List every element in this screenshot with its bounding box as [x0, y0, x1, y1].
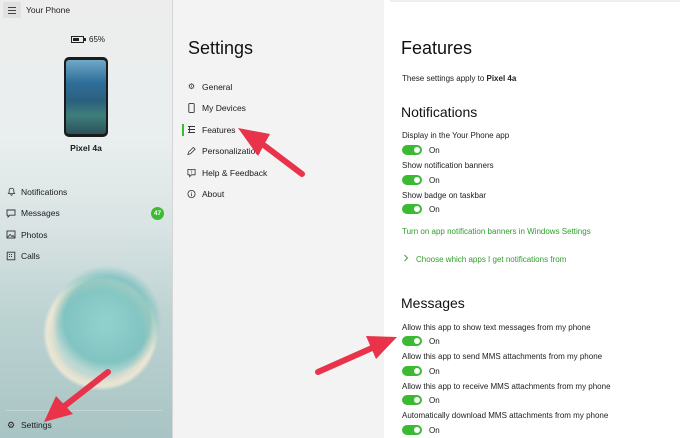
show-text-messages-toggle[interactable]: On: [402, 336, 440, 346]
sidebar-item-messages[interactable]: Messages 47: [6, 203, 166, 225]
title-bar-strip: [390, 0, 680, 2]
message-icon: [6, 208, 16, 218]
info-icon: [187, 190, 196, 199]
sidebar-item-label: Calls: [21, 251, 40, 262]
notifications-heading: Notifications: [401, 104, 478, 120]
settings-nav: ⚙ General My Devices Features Personaliz…: [181, 76, 267, 206]
battery-status: 65%: [71, 35, 105, 44]
toggle-state: On: [429, 366, 440, 376]
settings-item-general[interactable]: ⚙ General: [183, 76, 267, 98]
sidebar-item-label: Settings: [21, 420, 52, 430]
settings-item-label: Personalization: [202, 146, 261, 157]
sidebar-item-label: Messages: [21, 208, 60, 219]
sidebar-item-settings[interactable]: ⚙ Settings: [6, 419, 52, 431]
settings-nav-pane: Settings ⚙ General My Devices Features P…: [173, 0, 543, 438]
sidebar-item-label: Notifications: [21, 186, 68, 197]
send-mms-toggle[interactable]: On: [402, 366, 440, 376]
setting-label: Show badge on taskbar: [402, 191, 487, 200]
choose-apps-link[interactable]: Choose which apps I get notifications fr…: [416, 255, 566, 264]
settings-title: Settings: [188, 38, 254, 58]
toggle-switch[interactable]: [402, 336, 422, 346]
app-title: Your Phone: [26, 5, 71, 15]
messages-heading: Messages: [401, 295, 465, 311]
sidebar-item-photos[interactable]: Photos: [6, 224, 166, 246]
settings-item-label: My Devices: [202, 103, 246, 114]
features-icon: [187, 125, 196, 134]
setting-label: Automatically download MMS attachments f…: [402, 411, 609, 420]
setting-label: Allow this app to receive MMS attachment…: [402, 382, 611, 391]
toggle-state: On: [429, 336, 440, 346]
display-in-app-toggle[interactable]: On: [402, 145, 440, 155]
toggle-state: On: [429, 425, 440, 435]
windows-settings-link[interactable]: Turn on app notification banners in Wind…: [402, 227, 591, 236]
settings-item-label: About: [202, 189, 225, 200]
auto-download-mms-toggle[interactable]: On: [402, 425, 440, 435]
features-pane: Features These settings apply to Pixel 4…: [385, 0, 680, 438]
settings-item-label: General: [202, 81, 233, 92]
toggle-state: On: [429, 175, 440, 185]
settings-item-label: Features: [202, 124, 236, 135]
device-icon: [187, 103, 196, 114]
toggle-switch[interactable]: [402, 175, 422, 185]
page-title: Features: [401, 38, 473, 58]
phone-image: [64, 57, 108, 137]
settings-item-my-devices[interactable]: My Devices: [183, 98, 267, 120]
bell-icon: [6, 187, 16, 197]
toggle-switch[interactable]: [402, 145, 422, 155]
app-sidebar: Your Phone 65% Pixel 4a Notifications Me…: [0, 0, 173, 438]
toggle-state: On: [429, 204, 440, 214]
toggle-switch[interactable]: [402, 395, 422, 405]
subtitle-device: Pixel 4a: [486, 74, 517, 83]
phone-wallpaper: [66, 60, 106, 134]
toggle-state: On: [429, 395, 440, 405]
battery-percent: 65%: [89, 35, 106, 44]
toggle-switch[interactable]: [402, 366, 422, 376]
notification-banners-toggle[interactable]: On: [402, 175, 440, 185]
taskbar-badge-toggle[interactable]: On: [402, 204, 440, 214]
photos-icon: [6, 230, 16, 240]
phone-name: Pixel 4a: [70, 143, 102, 153]
settings-item-personalization[interactable]: Personalization: [183, 141, 267, 163]
personalization-icon: [187, 147, 196, 156]
toggle-switch[interactable]: [402, 425, 422, 435]
menu-icon[interactable]: [3, 2, 21, 18]
page-subtitle: These settings apply to Pixel 4a: [402, 74, 516, 83]
setting-label: Show notification banners: [402, 161, 494, 170]
settings-item-help-feedback[interactable]: ? Help & Feedback: [183, 162, 267, 184]
receive-mms-toggle[interactable]: On: [402, 395, 440, 405]
setting-label: Allow this app to send MMS attachments f…: [402, 352, 603, 361]
sidebar-nav: Notifications Messages 47 Photos Calls: [6, 181, 166, 267]
toggle-state: On: [429, 145, 440, 155]
toggle-switch[interactable]: [402, 204, 422, 214]
settings-item-label: Help & Feedback: [202, 167, 268, 178]
settings-item-features[interactable]: Features: [181, 119, 267, 141]
gear-icon: ⚙: [6, 419, 16, 430]
unread-badge: 47: [151, 206, 164, 220]
settings-item-about[interactable]: About: [183, 184, 267, 206]
sidebar-item-calls[interactable]: Calls: [6, 246, 166, 268]
wallpaper-lagoon: [52, 265, 162, 375]
setting-label: Display in the Your Phone app: [402, 131, 510, 140]
setting-label: Allow this app to show text messages fro…: [402, 323, 591, 332]
battery-icon: [71, 36, 86, 43]
help-icon: ?: [187, 168, 196, 178]
sidebar-divider: [6, 410, 162, 411]
subtitle-prefix: These settings apply to: [402, 74, 487, 83]
chevron-right-icon: [403, 254, 409, 264]
sidebar-item-notifications[interactable]: Notifications: [6, 181, 166, 203]
gear-icon: ⚙: [187, 82, 196, 92]
sidebar-item-label: Photos: [21, 229, 48, 240]
calls-icon: [6, 251, 16, 261]
